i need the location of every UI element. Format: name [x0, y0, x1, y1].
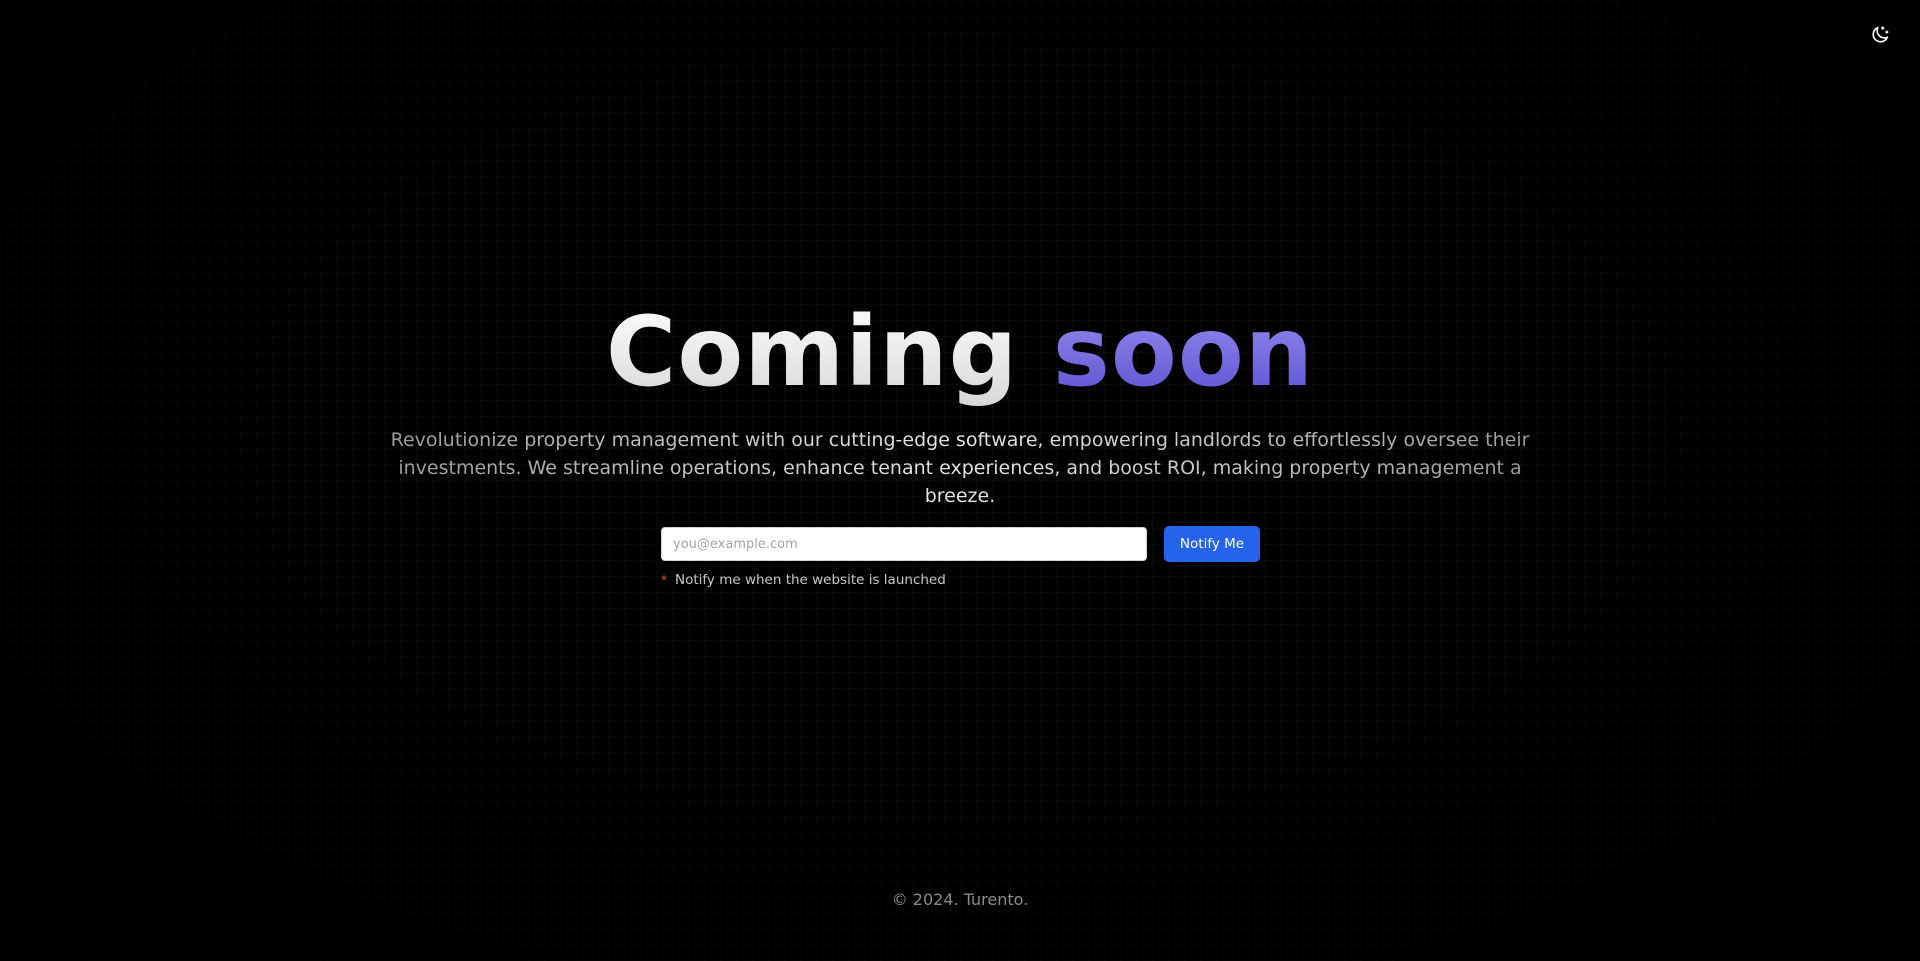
notify-me-button[interactable]: Notify Me [1164, 526, 1260, 562]
hero-section: Coming soon Revolutionize property manag… [0, 296, 1920, 510]
notify-hint-text: Notify me when the website is launched [675, 572, 946, 588]
headline-part-soon: soon [1052, 296, 1315, 408]
moon-stars-icon [1869, 24, 1891, 49]
coming-soon-page: Coming soon Revolutionize property manag… [0, 0, 1920, 961]
notify-form-row: Notify Me [661, 526, 1261, 562]
email-input[interactable] [661, 527, 1147, 561]
notify-hint: * Notify me when the website is launched [661, 572, 1261, 588]
headline-part-coming: Coming [605, 296, 1019, 408]
notify-form: Notify Me * Notify me when the website i… [661, 526, 1261, 588]
page-title: Coming soon [0, 296, 1920, 408]
footer-copyright: © 2024. Turento. [891, 890, 1029, 909]
theme-toggle-button[interactable] [1868, 24, 1892, 48]
hero-subtitle: Revolutionize property management with o… [370, 426, 1550, 510]
required-marker: * [661, 573, 667, 587]
